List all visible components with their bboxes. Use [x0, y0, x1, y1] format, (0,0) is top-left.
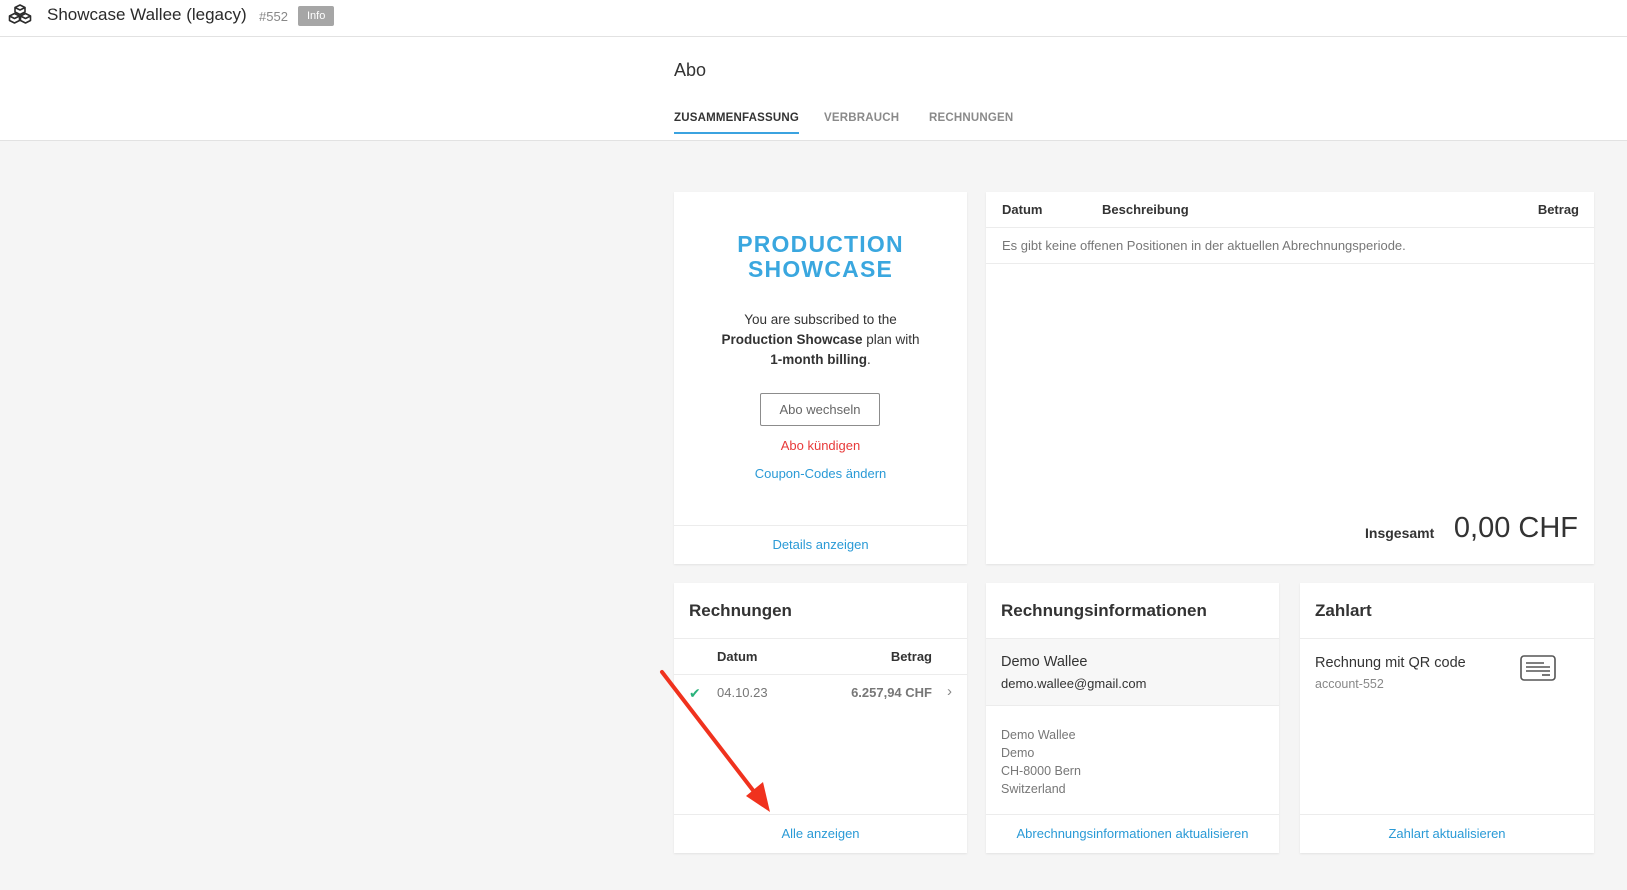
- change-plan-button[interactable]: Abo wechseln: [760, 393, 880, 426]
- invoices-col-amount: Betrag: [890, 649, 932, 664]
- payment-method-card: Zahlart Rechnung mit QR code account-552…: [1300, 583, 1594, 853]
- update-payment-method-link[interactable]: Zahlart aktualisieren: [1388, 826, 1505, 841]
- coupon-codes-link[interactable]: Coupon-Codes ändern: [674, 466, 967, 481]
- plan-desc-middle: plan with: [866, 332, 920, 347]
- plan-desc-prefix: You are subscribed to the: [744, 312, 897, 327]
- positions-card: Datum Beschreibung Betrag Es gibt keine …: [986, 192, 1594, 564]
- billing-contact: Demo Wallee demo.wallee@gmail.com: [986, 639, 1279, 706]
- billing-address: Demo Wallee Demo CH-8000 Bern Switzerlan…: [1001, 726, 1081, 798]
- address-line: CH-8000 Bern: [1001, 764, 1081, 778]
- payment-card-footer: Zahlart aktualisieren: [1300, 814, 1594, 853]
- address-line: Demo Wallee: [1001, 728, 1076, 742]
- plan-description: You are subscribed to the Production Sho…: [674, 310, 967, 370]
- info-badge[interactable]: Info: [298, 6, 335, 26]
- billing-info-title: Rechnungsinformationen: [986, 583, 1279, 639]
- plan-desc-plan-name: Production Showcase: [721, 332, 863, 347]
- top-bar: Showcase Wallee (legacy) #552 Info: [0, 0, 1627, 37]
- payment-title: Zahlart: [1300, 583, 1594, 639]
- total-value: 0,00 CHF: [1453, 512, 1578, 544]
- app-title: Showcase Wallee (legacy): [47, 5, 247, 24]
- address-line: Switzerland: [1001, 782, 1066, 796]
- total-label: Insgesamt: [1365, 525, 1435, 541]
- cancel-subscription-link[interactable]: Abo kündigen: [674, 438, 967, 453]
- positions-col-date: Datum: [1002, 202, 1043, 217]
- positions-header: Datum Beschreibung Betrag: [986, 192, 1594, 228]
- plan-desc-suffix: .: [866, 352, 871, 367]
- details-link[interactable]: Details anzeigen: [772, 537, 868, 552]
- chevron-right-icon[interactable]: ›: [947, 683, 952, 700]
- invoices-title: Rechnungen: [674, 583, 967, 639]
- billing-name: Demo Wallee: [1001, 654, 1088, 670]
- payment-method-name: Rechnung mit QR code: [1315, 655, 1466, 671]
- plan-desc-billing: 1-month billing: [770, 352, 867, 367]
- positions-empty-message: Es gibt keine offenen Positionen in der …: [986, 228, 1594, 264]
- billing-info-card: Rechnungsinformationen Demo Wallee demo.…: [986, 583, 1279, 853]
- plan-card: PRODUCTION SHOWCASE You are subscribed t…: [674, 192, 967, 564]
- plan-name-line1: PRODUCTION: [737, 231, 904, 257]
- billing-email: demo.wallee@gmail.com: [1001, 676, 1147, 691]
- address-line: Demo: [1001, 746, 1035, 760]
- app-id: #552: [259, 9, 288, 24]
- tab-rechnungen[interactable]: RECHNUNGEN: [929, 112, 1013, 132]
- plan-name: PRODUCTION SHOWCASE: [674, 232, 967, 282]
- page-header: Abo ZUSAMMENFASSUNG VERBRAUCH RECHNUNGEN: [0, 37, 1627, 141]
- tab-verbrauch[interactable]: VERBRAUCH: [824, 112, 899, 132]
- annotation-arrow: [660, 670, 770, 812]
- show-all-invoices-link[interactable]: Alle anzeigen: [781, 826, 859, 841]
- tab-zusammenfassung[interactable]: ZUSAMMENFASSUNG: [674, 112, 800, 134]
- invoice-amount: 6.257,94 CHF: [851, 685, 932, 700]
- plan-card-footer: Details anzeigen: [674, 525, 967, 564]
- page-title: Abo: [674, 60, 707, 80]
- payment-reference: account-552: [1315, 677, 1384, 691]
- update-billing-info-link[interactable]: Abrechnungsinformationen aktualisieren: [1017, 826, 1249, 841]
- billing-info-footer: Abrechnungsinformationen aktualisieren: [986, 814, 1279, 853]
- plan-name-line2: SHOWCASE: [747, 256, 894, 282]
- invoice-card-icon: [1520, 655, 1556, 681]
- positions-col-amount: Betrag: [1537, 202, 1579, 217]
- positions-col-description: Beschreibung: [1102, 202, 1189, 217]
- cubes-icon: [8, 4, 32, 24]
